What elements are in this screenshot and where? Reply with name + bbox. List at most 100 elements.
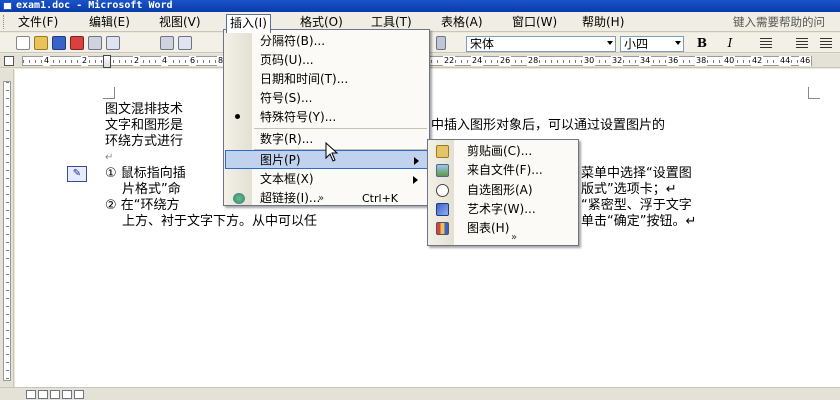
view-bar <box>0 387 840 400</box>
bold-button[interactable]: B <box>694 36 710 51</box>
menu-item-break[interactable]: 分隔符(B)... <box>225 32 428 51</box>
indent-marker-icon[interactable] <box>103 55 111 68</box>
vertical-ruler[interactable] <box>0 69 14 387</box>
menu-file[interactable]: 文件(F) <box>15 14 61 30</box>
submenu-item-chart[interactable]: 图表(H) <box>429 219 577 238</box>
outline-view-icon[interactable] <box>62 390 72 399</box>
menu-item-label: 数字(R)... <box>260 132 314 146</box>
font-name-value: 宋体 <box>470 37 495 51</box>
submenu-arrow-icon <box>413 176 418 184</box>
font-size-select[interactable]: 小四 <box>620 36 684 52</box>
submenu-item-clip-art[interactable]: 剪贴画(C)... <box>429 142 577 161</box>
submenu-item-autoshapes[interactable]: 自选图形(A) <box>429 181 577 200</box>
menu-item-label: 图片(P) <box>260 153 301 167</box>
numbered-list-icon[interactable] <box>796 38 808 48</box>
submenu-item-label: 图表(H) <box>467 221 510 235</box>
ruler-number: 36 <box>667 56 680 66</box>
submenu-item-from-file[interactable]: 来自文件(F)... <box>429 161 577 180</box>
mouse-cursor-icon <box>325 142 339 162</box>
menu-item-hyperlink[interactable]: 超链接(I)... Ctrl+K <box>225 189 428 207</box>
new-document-icon[interactable] <box>16 36 30 50</box>
menu-format[interactable]: 格式(O) <box>297 14 346 30</box>
menu-item-date-time[interactable]: 日期和时间(T)... <box>225 70 428 89</box>
doc-line: 文字和图形是 <box>105 118 184 133</box>
research-icon[interactable] <box>178 36 192 50</box>
font-name-select[interactable]: 宋体 <box>466 36 616 52</box>
ruler-number: 28 <box>527 56 540 66</box>
doc-line: 单击“确定”按钮。↵ <box>581 214 697 229</box>
doc-line: 版式”选项卡；↵ <box>581 182 677 197</box>
menu-help[interactable]: 帮助(H) <box>579 14 627 30</box>
menu-item-label: 文本框(X) <box>260 172 314 186</box>
submenu-item-label: 自选图形(A) <box>467 183 533 197</box>
ruler-number: 40 <box>723 56 736 66</box>
submenu-item-label: 艺术字(W)... <box>467 202 536 216</box>
wordart-icon <box>436 203 449 216</box>
ruler-number: 26 <box>499 56 512 66</box>
spelling-icon[interactable] <box>160 36 174 50</box>
object-anchor-icon[interactable]: ✎ <box>67 166 87 182</box>
expand-submenu-icon[interactable]: » <box>511 232 517 244</box>
reading-view-icon[interactable] <box>74 390 84 399</box>
ruler-number: 2 <box>133 56 141 66</box>
menu-grip[interactable] <box>3 15 6 29</box>
ruler-number: 4 <box>43 56 51 66</box>
autoshapes-icon <box>436 184 449 197</box>
print-preview-icon[interactable] <box>106 36 120 50</box>
menu-item-label: 特殊符号(Y)... <box>260 110 337 124</box>
permission-icon[interactable] <box>70 36 84 50</box>
submenu-item-wordart[interactable]: 艺术字(W)... <box>429 200 577 219</box>
doc-line: ① 鼠标指向插 <box>105 166 186 181</box>
ruler-number: 46 <box>799 56 812 66</box>
ruler-number: 38 <box>695 56 708 66</box>
menu-view[interactable]: 视图(V) <box>156 14 204 30</box>
menu-item-label: 日期和时间(T)... <box>260 72 349 86</box>
expand-menu-icon[interactable]: » <box>318 193 324 205</box>
web-view-icon[interactable] <box>38 390 48 399</box>
menu-item-label: 符号(S)... <box>260 91 313 105</box>
doc-line: 菜单中选择“设置图 <box>581 166 692 181</box>
print-layout-icon[interactable] <box>50 390 60 399</box>
help-search-input[interactable]: 键入需要帮助的问 <box>733 14 840 29</box>
doc-line: 上方、衬于文字下方。从中可以任 <box>122 214 318 229</box>
tab-selector-icon[interactable] <box>4 56 14 66</box>
ruler-number: 34 <box>639 56 652 66</box>
menu-item-shortcut: Ctrl+K <box>362 192 399 205</box>
ruler-number: 42 <box>751 56 764 66</box>
paragraph-mark: ↵ <box>105 152 114 163</box>
align-justify-icon[interactable] <box>760 38 772 48</box>
bullet-list-icon[interactable] <box>820 38 832 48</box>
ruler-number: 22 <box>443 56 456 66</box>
menu-item-text-box[interactable]: 文本框(X) <box>225 170 428 189</box>
doc-line: 中插入图形对象后，可以通过设置图片的 <box>431 118 666 133</box>
save-icon[interactable] <box>52 36 66 50</box>
menu-edit[interactable]: 编辑(E) <box>86 14 133 30</box>
italic-button[interactable]: I <box>722 36 738 51</box>
menu-tools[interactable]: 工具(T) <box>368 14 415 30</box>
open-folder-icon[interactable] <box>34 36 48 50</box>
ruler-number: 30 <box>583 56 596 66</box>
doc-line: 图文混排技术 <box>105 102 184 117</box>
menu-item-special-symbol[interactable]: 特殊符号(Y)... <box>225 108 428 127</box>
ruler-number: 24 <box>471 56 484 66</box>
chart-icon <box>436 222 449 235</box>
crop-mark <box>103 87 115 99</box>
submenu-arrow-icon <box>414 157 419 165</box>
print-icon[interactable] <box>88 36 102 50</box>
crop-mark <box>808 87 820 99</box>
menu-insert[interactable]: 插入(I) <box>226 14 271 33</box>
menu-item-page-numbers[interactable]: 页码(U)... <box>225 51 428 70</box>
doc-line: ② 在“环绕方 <box>105 198 180 213</box>
normal-view-icon[interactable] <box>26 390 36 399</box>
menu-window[interactable]: 窗口(W) <box>509 14 560 30</box>
menu-item-symbol[interactable]: 符号(S)... <box>225 89 428 108</box>
menu-table[interactable]: 表格(A) <box>438 14 486 30</box>
picture-submenu: 剪贴画(C)... 来自文件(F)... 自选图形(A) 艺术字(W)... 图… <box>427 139 579 246</box>
window-title: exam1.doc - Microsoft Word <box>16 0 173 11</box>
globe-link-icon <box>233 193 245 204</box>
ruler-number: 4 <box>161 56 169 66</box>
title-bar: exam1.doc - Microsoft Word <box>0 0 840 12</box>
toolbar-options-icon[interactable] <box>436 36 446 50</box>
ruler-number: 32 <box>611 56 624 66</box>
submenu-item-label: 剪贴画(C)... <box>467 144 533 158</box>
